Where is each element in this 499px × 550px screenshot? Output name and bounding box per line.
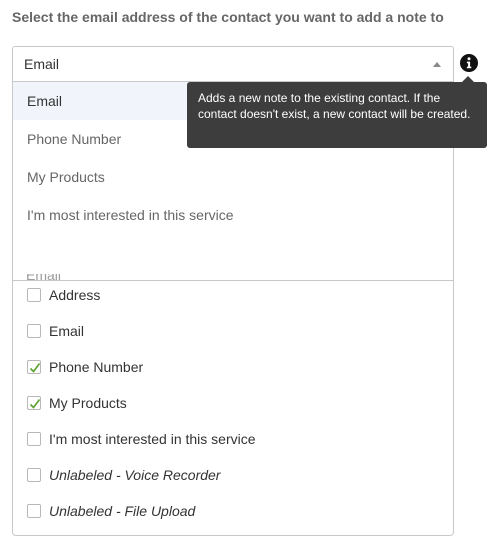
dropdown-option-my-products[interactable]: My Products xyxy=(13,158,453,196)
checkbox[interactable] xyxy=(27,432,41,446)
checkmark-icon xyxy=(29,399,41,409)
field-row-address[interactable]: Address xyxy=(27,285,447,305)
field-row-my-products[interactable]: My Products xyxy=(27,393,447,413)
checkbox[interactable] xyxy=(27,324,41,338)
caret-up-icon[interactable] xyxy=(433,62,441,67)
field-row-email[interactable]: Email xyxy=(27,321,447,341)
select-value: Email xyxy=(24,56,60,72)
dropdown-option-interest[interactable]: I'm most interested in this service xyxy=(13,196,453,234)
field-label: My Products xyxy=(49,395,127,411)
info-tooltip: Adds a new note to the existing contact.… xyxy=(187,82,487,148)
page: Select the email address of the contact … xyxy=(0,0,499,550)
field-row-interest[interactable]: I'm most interested in this service xyxy=(27,429,447,449)
checkbox[interactable] xyxy=(27,504,41,518)
field-row-phone-number[interactable]: Phone Number xyxy=(27,357,447,377)
fields-panel: Address Email Phone Number My Products I… xyxy=(12,280,454,536)
checkbox[interactable] xyxy=(27,468,41,482)
checkbox-checked[interactable] xyxy=(27,396,41,410)
field-label: I'm most interested in this service xyxy=(49,431,256,447)
field-label: Unlabeled - Voice Recorder xyxy=(49,467,221,483)
field-label: Phone Number xyxy=(49,359,144,375)
email-select[interactable]: Email xyxy=(12,46,454,82)
field-row-voice-recorder[interactable]: Unlabeled - Voice Recorder xyxy=(27,465,447,485)
field-label: Unlabeled - File Upload xyxy=(49,503,196,519)
info-icon[interactable] xyxy=(460,54,478,72)
field-row-file-upload[interactable]: Unlabeled - File Upload xyxy=(27,501,447,521)
checkbox[interactable] xyxy=(27,288,41,302)
checkbox-checked[interactable] xyxy=(27,360,41,374)
prompt-label: Select the email address of the contact … xyxy=(12,9,444,25)
checkmark-icon xyxy=(29,363,41,373)
field-label: Address xyxy=(49,287,101,303)
field-label: Email xyxy=(49,323,85,339)
